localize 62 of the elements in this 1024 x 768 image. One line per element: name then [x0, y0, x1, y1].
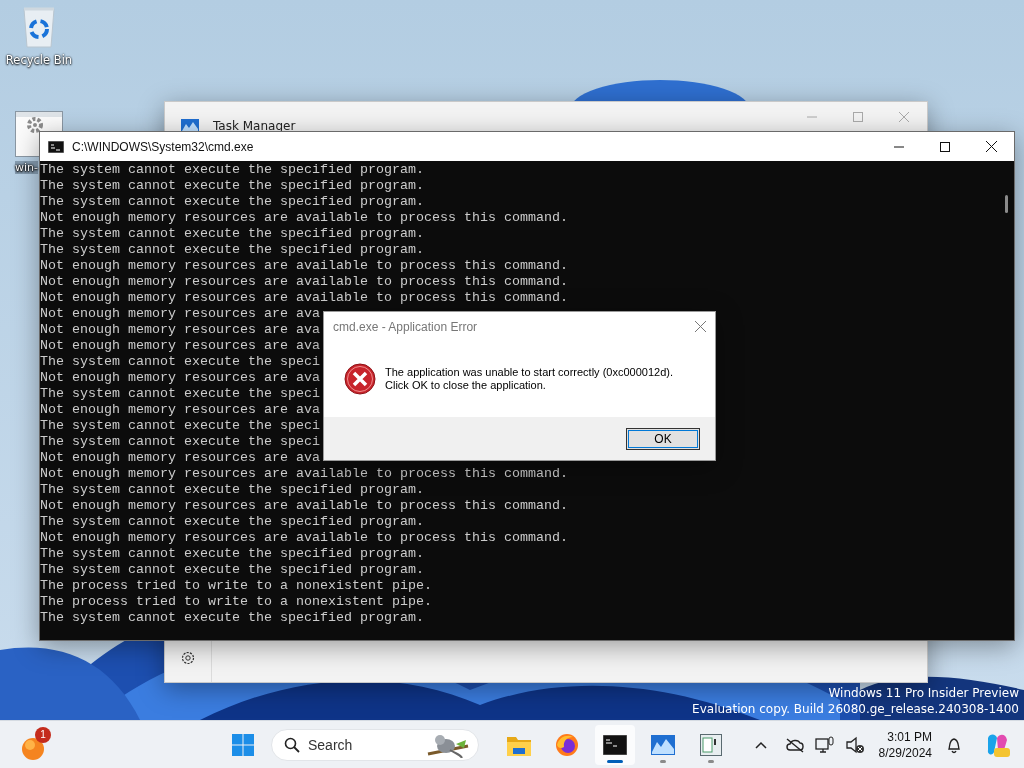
- console-line: Not enough memory resources are ava: [40, 450, 320, 466]
- network-monitor-icon[interactable]: [814, 735, 835, 754]
- chart-icon: [651, 734, 675, 755]
- console-line: The system cannot execute the speci: [40, 354, 320, 370]
- console-line: The system cannot execute the specified program.: [40, 562, 424, 578]
- terminal-icon: [603, 734, 627, 755]
- fox-globe-icon: [555, 732, 579, 757]
- maximize-icon: [853, 111, 863, 122]
- console-line: Not enough memory resources are ava: [40, 338, 320, 354]
- clock[interactable]: 3:01 PM 8/29/2024: [878, 728, 932, 761]
- console-line: The system cannot execute the speci: [40, 386, 320, 402]
- console-line: The system cannot execute the specified program.: [40, 482, 424, 498]
- ok-button[interactable]: OK: [626, 427, 700, 450]
- notification-badge: 1: [35, 726, 51, 743]
- error-message: Click OK to close the application.: [385, 379, 547, 392]
- console-line: The system cannot execute the specified program.: [40, 226, 424, 242]
- settings-icon[interactable]: [180, 650, 196, 666]
- console-line: The system cannot execute the specified program.: [40, 514, 424, 530]
- console-line: Not enough memory resources are available to process this command.: [40, 258, 568, 274]
- console-line: The process tried to write to a nonexistent pipe.: [40, 578, 432, 594]
- console-line: The system cannot execute the specified program.: [40, 162, 424, 178]
- evaluation-watermark-text: Windows 11 Pro Insider Preview: [828, 685, 1019, 701]
- window-title: C:\WINDOWS\System32\cmd.exe: [72, 139, 254, 154]
- window-panel-icon: [700, 733, 722, 756]
- console-line: Not enough memory resources are ava: [40, 370, 320, 386]
- window-title: Task Manager: [213, 119, 296, 133]
- search-icon: [284, 736, 300, 753]
- console-line: The system cannot execute the speci: [40, 434, 320, 450]
- console-line: Not enough memory resources are available to process this command.: [40, 274, 568, 290]
- widgets-button[interactable]: 1: [21, 726, 51, 763]
- console-line: Not enough memory resources are ava: [40, 306, 320, 322]
- console-line: Not enough memory resources are ava: [40, 322, 320, 338]
- console-line: Not enough memory resources are available to process this command.: [40, 290, 568, 306]
- console-line: Not enough memory resources are available to process this command.: [40, 466, 568, 482]
- console-line: The system cannot execute the specified program.: [40, 178, 424, 194]
- search-box[interactable]: Search: [271, 728, 479, 761]
- error-message: The application was unable to start correctly (0xc000012d).: [385, 366, 673, 379]
- console-line: The system cannot execute the specified program.: [40, 194, 424, 210]
- console-line: Not enough memory resources are available to process this command.: [40, 498, 568, 514]
- windows-logo-icon: [232, 733, 254, 756]
- taskbar-app-button[interactable]: [595, 724, 635, 765]
- dialog-title: cmd.exe - Application Error: [333, 319, 478, 334]
- speaker-muted-icon[interactable]: [844, 735, 865, 754]
- console-line: Not enough memory resources are available to process this command.: [40, 210, 568, 226]
- console-icon: [48, 140, 64, 153]
- console-line: Not enough memory resources are ava: [40, 402, 320, 418]
- maximize-icon: [940, 141, 950, 152]
- scrollbar-thumb[interactable]: [1004, 195, 1008, 213]
- recycle-bin-icon: [21, 5, 57, 49]
- cloud-offline-icon[interactable]: [784, 736, 805, 753]
- console-line: The system cannot execute the specified program.: [40, 546, 424, 562]
- console-line: The system cannot execute the specified program.: [40, 242, 424, 258]
- close-icon: [985, 141, 997, 152]
- close-icon: [694, 321, 706, 332]
- close-icon: [899, 111, 909, 122]
- console-line: Not enough memory resources are available to process this command.: [40, 530, 568, 546]
- console-line: The system cannot execute the specified program.: [40, 610, 424, 626]
- error-icon: [344, 363, 376, 395]
- console-line: The system cannot execute the speci: [40, 418, 320, 434]
- chevron-up-icon[interactable]: [754, 740, 767, 749]
- evaluation-watermark-text: Evaluation copy. Build 26080.ge_release.240308-1400: [692, 701, 1019, 717]
- console-line: The process tried to write to a nonexistent pipe.: [40, 594, 432, 610]
